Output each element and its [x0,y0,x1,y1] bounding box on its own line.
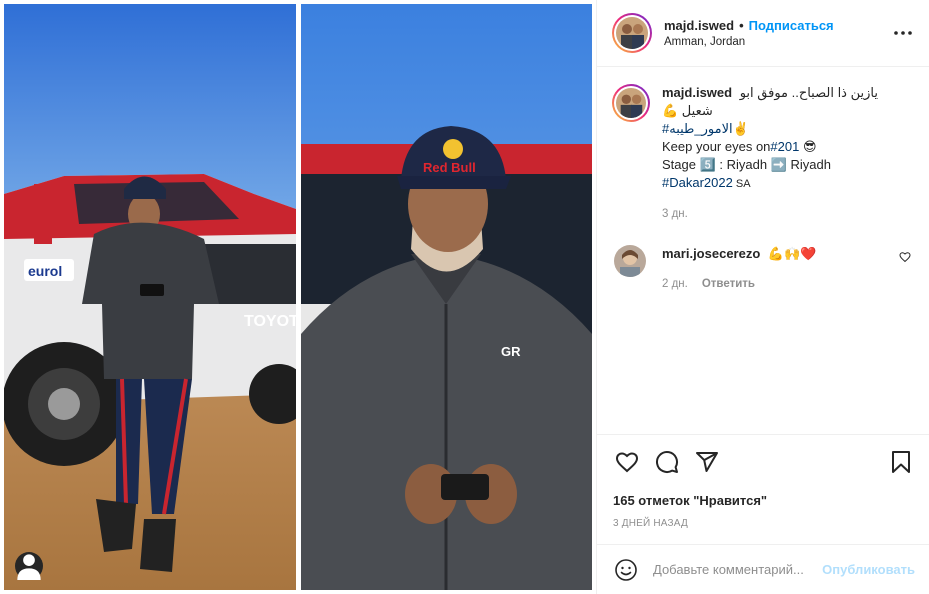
caption-line-4: Keep your eyes on#201 😎 [662,138,913,156]
caption-line-4-emoji: 😎 [799,139,817,154]
comments-section[interactable]: majd.iswed يازين ذا الصباح.. موفق ابو شع… [597,68,929,434]
commenter-username[interactable]: mari.josecerezo [662,246,760,261]
separator-dot: • [739,18,744,33]
reply-button[interactable]: Ответить [702,275,755,293]
add-comment-bar: Опубликовать [597,544,929,594]
caption-avatar[interactable] [612,84,650,122]
posted-time[interactable]: 3 ДНЕЙ НАЗАД [613,518,915,529]
sponsor-text: eurol [28,263,62,279]
photo-man-leaning-on-car: TOYOTA eurol [4,4,296,590]
caption-time[interactable]: 3 дн. [662,205,688,223]
author-username[interactable]: majd.iswed [664,18,734,33]
comment-item: mari.josecerezo 💪🙌❤️ 2 дн. Ответить [612,245,913,293]
bookmark-icon [892,451,910,473]
comment-bubble-icon [656,451,678,473]
smiley-icon [615,558,637,581]
more-options-button[interactable] [891,21,915,45]
caption-line-5: Stage 5️⃣ : Riyadh ➡️ Riyadh [662,157,831,172]
likes-count[interactable]: 165 отметок "Нравится" [613,493,915,508]
post-actions: 165 отметок "Нравится" 3 ДНЕЙ НАЗАД [597,434,929,529]
share-button[interactable] [693,448,721,476]
comment-time[interactable]: 2 дн. [662,275,688,293]
comment-input[interactable] [653,562,817,577]
flag-sa: SA [732,178,751,190]
user-tag-icon [17,554,41,580]
caption-username[interactable]: majd.iswed [662,85,732,100]
post-media[interactable]: TOYOTA eurol [0,0,596,594]
save-button[interactable] [887,448,915,476]
caption-line-1: يازين ذا الصباح.. موفق ابو [739,85,878,100]
heart-icon [615,452,639,473]
cap-brand-text: Red Bull [423,160,476,175]
car-brand-text: TOYOTA [244,313,296,330]
author-avatar[interactable] [612,13,652,53]
post-details-panel: majd.iswed • Подписаться Amman, Jordan m… [596,0,929,594]
like-button[interactable] [613,448,641,476]
emoji-button[interactable] [613,557,639,583]
caption-line-4-text: Keep your eyes on [662,139,771,154]
commenter-avatar[interactable] [614,245,646,277]
tag-user-button[interactable] [15,552,43,580]
more-horizontal-icon [894,31,912,35]
caption-line-6: #Dakar2022 SA [662,174,913,193]
caption-line-2: شعيل 💪 [662,103,713,118]
jacket-logo-text: GR [501,344,521,359]
caption-hashtag-arabic[interactable]: #الامور_طيبه✌️ [662,120,913,138]
comment-text: 💪🙌❤️ [767,246,817,261]
hashtag-201[interactable]: #201 [770,139,799,154]
comment-button[interactable] [653,448,681,476]
photo-man-closeup: GR Red Bull [301,4,592,590]
comment-like-button[interactable] [899,251,913,265]
paper-plane-icon [696,452,718,472]
post-header: majd.iswed • Подписаться Amman, Jordan [597,0,929,67]
post-location[interactable]: Amman, Jordan [664,36,891,48]
publish-comment-button[interactable]: Опубликовать [822,562,915,577]
heart-outline-icon [899,252,911,263]
hashtag-dakar2022[interactable]: #Dakar2022 [662,175,733,190]
follow-button[interactable]: Подписаться [749,18,834,33]
caption: majd.iswed يازين ذا الصباح.. موفق ابو شع… [612,84,913,223]
